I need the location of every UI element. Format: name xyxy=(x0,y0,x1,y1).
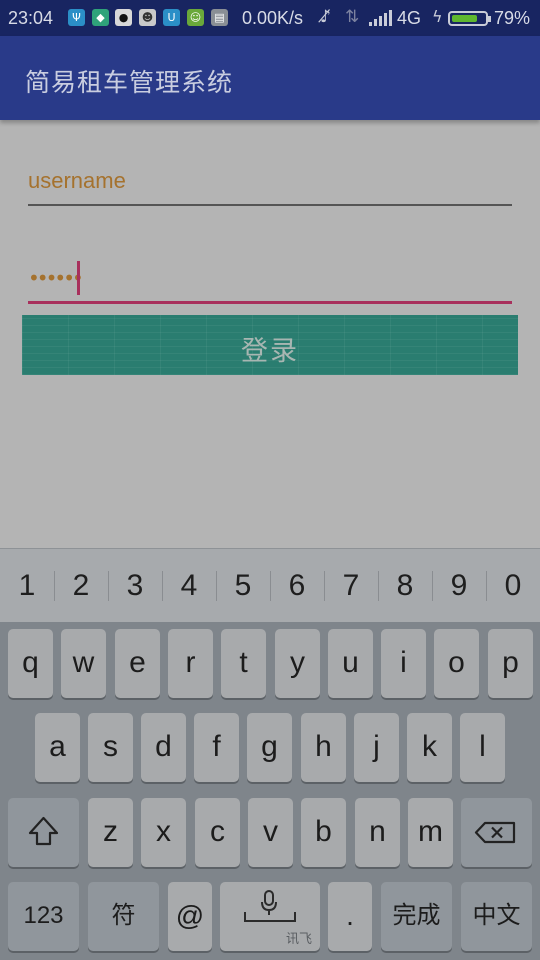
done-key[interactable]: 完成 xyxy=(381,882,452,951)
at-key[interactable]: @ xyxy=(168,882,212,951)
shield-icon: ◆ xyxy=(92,9,109,26)
number-separator xyxy=(216,571,217,601)
key-v[interactable]: v xyxy=(248,798,293,867)
battery-percent: 79% xyxy=(494,8,531,28)
symbol-key[interactable]: 符 xyxy=(88,882,159,951)
number-separator xyxy=(378,571,379,601)
login-button[interactable]: 登录 xyxy=(22,315,518,375)
charging-icon: ϟ xyxy=(432,7,443,26)
status-time: 23:04 xyxy=(8,8,54,28)
key-r[interactable]: r xyxy=(168,629,213,698)
battery-icon xyxy=(448,11,491,26)
shift-key[interactable] xyxy=(8,798,79,867)
username-hint: username xyxy=(28,168,126,193)
number-key-1[interactable]: 1 xyxy=(0,549,54,623)
number-separator xyxy=(108,571,109,601)
key-x[interactable]: x xyxy=(141,798,186,867)
key-e[interactable]: e xyxy=(115,629,160,698)
key-i[interactable]: i xyxy=(381,629,426,698)
number-separator xyxy=(486,571,487,601)
login-button-label: 登录 xyxy=(241,336,299,367)
key-z[interactable]: z xyxy=(88,798,133,867)
key-t[interactable]: t xyxy=(221,629,266,698)
backspace-icon xyxy=(474,821,516,844)
key-d[interactable]: d xyxy=(141,713,186,782)
language-switch-key[interactable]: 中文 xyxy=(461,882,532,951)
mute-icon: ♪̸ xyxy=(320,7,331,27)
key-o[interactable]: o xyxy=(434,629,479,698)
network-speed: 0.00K/s xyxy=(242,8,304,28)
space-voice-key[interactable]: 讯飞 xyxy=(220,882,320,951)
avatar-app-icon: ☻ xyxy=(139,9,156,26)
key-a[interactable]: a xyxy=(35,713,80,782)
number-key-4[interactable]: 4 xyxy=(162,549,216,623)
key-j[interactable]: j xyxy=(354,713,399,782)
number-separator xyxy=(324,571,325,601)
key-c[interactable]: c xyxy=(195,798,240,867)
key-h[interactable]: h xyxy=(301,713,346,782)
key-l[interactable]: l xyxy=(460,713,505,782)
data-arrows-icon: ⇅ xyxy=(345,7,360,27)
password-input[interactable]: •••••• xyxy=(28,256,512,304)
battery-fill xyxy=(452,15,478,22)
text-cursor xyxy=(77,261,80,295)
number-key-0[interactable]: 0 xyxy=(486,549,540,623)
number-key-5[interactable]: 5 xyxy=(216,549,270,623)
app-bar: 简易租车管理系统 xyxy=(0,36,540,120)
number-separator xyxy=(432,571,433,601)
number-key-2[interactable]: 2 xyxy=(54,549,108,623)
number-key-7[interactable]: 7 xyxy=(324,549,378,623)
key-f[interactable]: f xyxy=(194,713,239,782)
message-icon: ▤ xyxy=(211,9,228,26)
key-m[interactable]: m xyxy=(408,798,453,867)
status-bar: 23:04 Ψ ◆ ● ☻ U ☺ ▤ 0.00K/s ♪̸ ⇅ 4G ϟ 79… xyxy=(0,0,540,36)
number-key-9[interactable]: 9 xyxy=(432,549,486,623)
usb-icon: Ψ xyxy=(68,9,85,26)
signal-icon xyxy=(369,10,393,26)
number-key-3[interactable]: 3 xyxy=(108,549,162,623)
username-input[interactable]: username xyxy=(28,162,512,206)
key-n[interactable]: n xyxy=(355,798,400,867)
key-p[interactable]: p xyxy=(488,629,533,698)
space-bar-icon xyxy=(244,912,296,922)
key-k[interactable]: k xyxy=(407,713,452,782)
app-notification-icon: U xyxy=(163,9,180,26)
key-y[interactable]: y xyxy=(275,629,320,698)
key-u[interactable]: u xyxy=(328,629,373,698)
numeric-mode-key[interactable]: 123 xyxy=(8,882,79,951)
shift-icon xyxy=(28,816,59,846)
key-q[interactable]: q xyxy=(8,629,53,698)
qq-icon: ● xyxy=(115,9,132,26)
network-type: 4G xyxy=(397,8,422,28)
number-separator xyxy=(270,571,271,601)
soft-keyboard: 1234567890 qwertyuiopasdfghjklzxcvbnm 12… xyxy=(0,548,540,960)
android-icon: ☺ xyxy=(187,9,204,26)
number-row: 1234567890 xyxy=(0,548,540,622)
key-g[interactable]: g xyxy=(247,713,292,782)
key-w[interactable]: w xyxy=(61,629,106,698)
app-title: 简易租车管理系统 xyxy=(25,68,234,97)
password-masked-value: •••••• xyxy=(28,266,84,290)
backspace-key[interactable] xyxy=(461,798,532,867)
number-key-8[interactable]: 8 xyxy=(378,549,432,623)
key-b[interactable]: b xyxy=(301,798,346,867)
key-s[interactable]: s xyxy=(88,713,133,782)
number-key-6[interactable]: 6 xyxy=(270,549,324,623)
number-separator xyxy=(162,571,163,601)
number-separator xyxy=(54,571,55,601)
period-key[interactable]: . xyxy=(328,882,372,951)
voice-brand-label: 讯飞 xyxy=(285,932,312,947)
